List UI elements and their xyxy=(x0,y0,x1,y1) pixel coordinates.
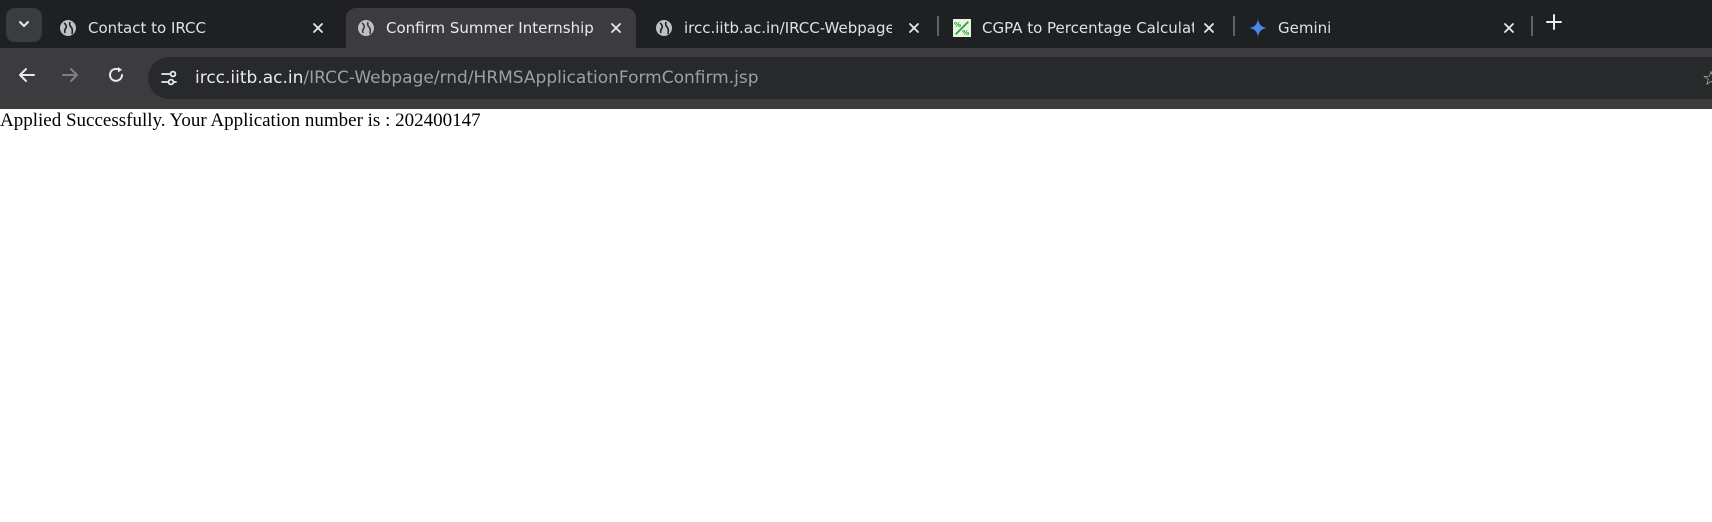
reload-button[interactable] xyxy=(101,62,131,92)
close-icon[interactable] xyxy=(904,18,924,38)
tab-separator xyxy=(937,16,939,36)
reload-icon xyxy=(106,65,126,89)
close-icon[interactable] xyxy=(308,18,328,38)
close-icon[interactable] xyxy=(606,18,626,38)
site-info-icon[interactable] xyxy=(158,67,180,89)
tab-title: Gemini xyxy=(1278,19,1332,37)
globe-icon xyxy=(357,19,375,37)
new-tab-button[interactable] xyxy=(1542,12,1566,36)
tab-separator xyxy=(1233,16,1235,36)
tab-gemini[interactable]: Gemini xyxy=(1238,8,1528,48)
tab-title: ircc.iitb.ac.in/IRCC-Webpage/IIT xyxy=(684,19,892,37)
bookmark-star-icon[interactable]: ☆ xyxy=(1702,68,1712,88)
gemini-sparkle-icon xyxy=(1249,19,1267,37)
svg-text:%: % xyxy=(954,20,961,29)
globe-icon xyxy=(655,19,673,37)
close-icon[interactable] xyxy=(1499,18,1519,38)
plus-icon xyxy=(1546,14,1562,34)
chevron-down-icon xyxy=(17,16,31,35)
tab-title: CGPA to Percentage Calculator xyxy=(982,19,1194,37)
tab-title: Confirm Summer Internship xyxy=(386,19,594,37)
tab-separator xyxy=(1531,16,1533,36)
confirmation-message: Applied Successfully. Your Application n… xyxy=(0,110,481,131)
back-button[interactable] xyxy=(12,62,42,92)
tab-search-button[interactable] xyxy=(6,8,42,42)
back-arrow-icon xyxy=(17,65,37,89)
url-host: ircc.iitb.ac.in xyxy=(195,68,304,88)
tab-strip: Contact to IRCC Confirm Summer Internshi… xyxy=(0,0,1712,48)
close-icon[interactable] xyxy=(1199,18,1219,38)
url-text[interactable]: ircc.iitb.ac.in/IRCC-Webpage/rnd/HRMSApp… xyxy=(195,57,759,99)
tab-title: Contact to IRCC xyxy=(88,19,207,37)
forward-button[interactable] xyxy=(55,62,85,92)
percent-calculator-icon: %% xyxy=(953,19,971,37)
forward-arrow-icon xyxy=(60,65,80,89)
svg-text:%: % xyxy=(962,28,969,37)
tab-cgpa-calculator[interactable]: %% CGPA to Percentage Calculator xyxy=(942,8,1232,48)
url-path: /IRCC-Webpage/rnd/HRMSApplicationFormCon… xyxy=(303,68,759,88)
browser-toolbar: ircc.iitb.ac.in/IRCC-Webpage/rnd/HRMSApp… xyxy=(0,48,1712,109)
tab-ircc-webpage[interactable]: ircc.iitb.ac.in/IRCC-Webpage/IIT xyxy=(644,8,934,48)
page-content: Applied Successfully. Your Application n… xyxy=(0,109,1712,522)
tab-contact-ircc[interactable]: Contact to IRCC xyxy=(48,8,338,48)
globe-icon xyxy=(59,19,77,37)
address-bar[interactable]: ircc.iitb.ac.in/IRCC-Webpage/rnd/HRMSApp… xyxy=(148,57,1712,99)
tab-confirm-summer-internship[interactable]: Confirm Summer Internship xyxy=(346,8,636,48)
